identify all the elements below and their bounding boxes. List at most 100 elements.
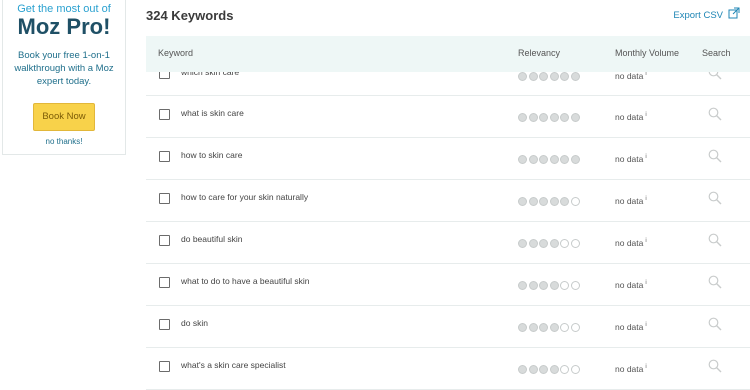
relevancy-rating (518, 277, 581, 290)
relevancy-dot (549, 155, 559, 164)
row-checkbox[interactable] (159, 151, 170, 162)
relevancy-dot (518, 113, 527, 122)
volume-value: no data (615, 238, 644, 248)
keyword-panel: 324 Keywords Export CSV Keyword Relevanc… (146, 0, 750, 390)
no-thanks-link[interactable]: no thanks! (3, 137, 125, 146)
relevancy-rating (518, 361, 581, 374)
info-icon[interactable]: i (645, 280, 646, 286)
table-header: Keyword Relevancy Monthly Volume Search (146, 36, 750, 72)
relevancy-rating (518, 109, 581, 122)
relevancy-dot (560, 72, 569, 81)
volume-value: no data (615, 154, 644, 164)
search-icon[interactable] (708, 233, 722, 247)
relevancy-dot (549, 323, 559, 332)
export-csv-link[interactable]: Export CSV (673, 10, 723, 21)
relevancy-dot (518, 197, 527, 206)
search-icon[interactable] (708, 107, 722, 121)
promo-card: Get the most out of Moz Pro! Book your f… (2, 0, 126, 155)
row-checkbox[interactable] (159, 361, 170, 372)
volume-value: no data (615, 280, 644, 290)
info-icon[interactable]: i (645, 71, 646, 77)
volume-value: no data (615, 71, 644, 81)
relevancy-dot (560, 365, 569, 374)
row-checkbox[interactable] (159, 319, 170, 330)
search-icon[interactable] (708, 317, 722, 331)
table-row: what is skin care no data i (146, 96, 750, 138)
relevancy-dot (560, 239, 569, 248)
info-icon[interactable]: i (645, 112, 646, 118)
monthly-volume: no data i (615, 364, 647, 374)
info-icon[interactable]: i (645, 364, 646, 370)
relevancy-dot (539, 323, 548, 332)
relevancy-dot (570, 72, 580, 81)
relevancy-dot (528, 197, 538, 206)
column-keyword[interactable]: Keyword (158, 48, 193, 58)
relevancy-dot (570, 365, 580, 374)
relevancy-dot (528, 155, 538, 164)
info-icon[interactable]: i (645, 238, 646, 244)
relevancy-dot (570, 155, 580, 164)
volume-value: no data (615, 196, 644, 206)
monthly-volume: no data i (615, 238, 647, 248)
row-checkbox[interactable] (159, 235, 170, 246)
relevancy-dot (549, 197, 559, 206)
search-icon[interactable] (708, 149, 722, 163)
relevancy-rating (518, 151, 581, 164)
relevancy-dot (570, 323, 580, 332)
search-icon[interactable] (708, 275, 722, 289)
relevancy-rating (518, 319, 581, 332)
relevancy-dot (539, 239, 548, 248)
relevancy-dot (560, 281, 569, 290)
monthly-volume: no data i (615, 71, 647, 81)
external-link-icon[interactable] (728, 7, 740, 19)
relevancy-dot (528, 323, 538, 332)
relevancy-dot (518, 155, 527, 164)
relevancy-dot (570, 239, 580, 248)
search-icon[interactable] (708, 191, 722, 205)
relevancy-dot (539, 113, 548, 122)
keyword-text[interactable]: what's a skin care specialist (181, 360, 286, 370)
relevancy-dot (518, 239, 527, 248)
search-icon[interactable] (708, 359, 722, 373)
row-checkbox[interactable] (159, 277, 170, 288)
volume-value: no data (615, 112, 644, 122)
relevancy-dot (560, 323, 569, 332)
keyword-text[interactable]: do beautiful skin (181, 234, 242, 244)
relevancy-dot (539, 197, 548, 206)
monthly-volume: no data i (615, 112, 647, 122)
info-icon[interactable]: i (645, 322, 646, 328)
relevancy-dot (570, 281, 580, 290)
row-checkbox[interactable] (159, 193, 170, 204)
relevancy-dot (560, 113, 569, 122)
relevancy-dot (560, 155, 569, 164)
relevancy-dot (528, 239, 538, 248)
table-row: how to skin care no data i (146, 138, 750, 180)
keyword-text[interactable]: how to skin care (181, 150, 242, 160)
page-title: 324 Keywords (146, 8, 234, 23)
column-monthly-volume[interactable]: Monthly Volume (615, 48, 679, 58)
table-row: do beautiful skin no data i (146, 222, 750, 264)
relevancy-dot (539, 155, 548, 164)
book-now-button[interactable]: Book Now (33, 103, 95, 131)
info-icon[interactable]: i (645, 154, 646, 160)
volume-value: no data (615, 322, 644, 332)
relevancy-dot (549, 239, 559, 248)
table-row: what's a skin care specialist no data i (146, 348, 750, 390)
monthly-volume: no data i (615, 196, 647, 206)
column-relevancy[interactable]: Relevancy (518, 48, 560, 58)
info-icon[interactable]: i (645, 196, 646, 202)
monthly-volume: no data i (615, 154, 647, 164)
monthly-volume: no data i (615, 280, 647, 290)
row-checkbox[interactable] (159, 109, 170, 120)
relevancy-dot (560, 197, 569, 206)
volume-value: no data (615, 364, 644, 374)
keyword-text[interactable]: how to care for your skin naturally (181, 192, 308, 202)
relevancy-dot (539, 72, 548, 81)
relevancy-dot (549, 281, 559, 290)
keyword-text[interactable]: what is skin care (181, 108, 244, 118)
relevancy-dot (549, 72, 559, 81)
monthly-volume: no data i (615, 322, 647, 332)
keyword-text[interactable]: what to do to have a beautiful skin (181, 276, 310, 286)
table-row: what to do to have a beautiful skin no da… (146, 264, 750, 306)
keyword-text[interactable]: do skin (181, 318, 208, 328)
